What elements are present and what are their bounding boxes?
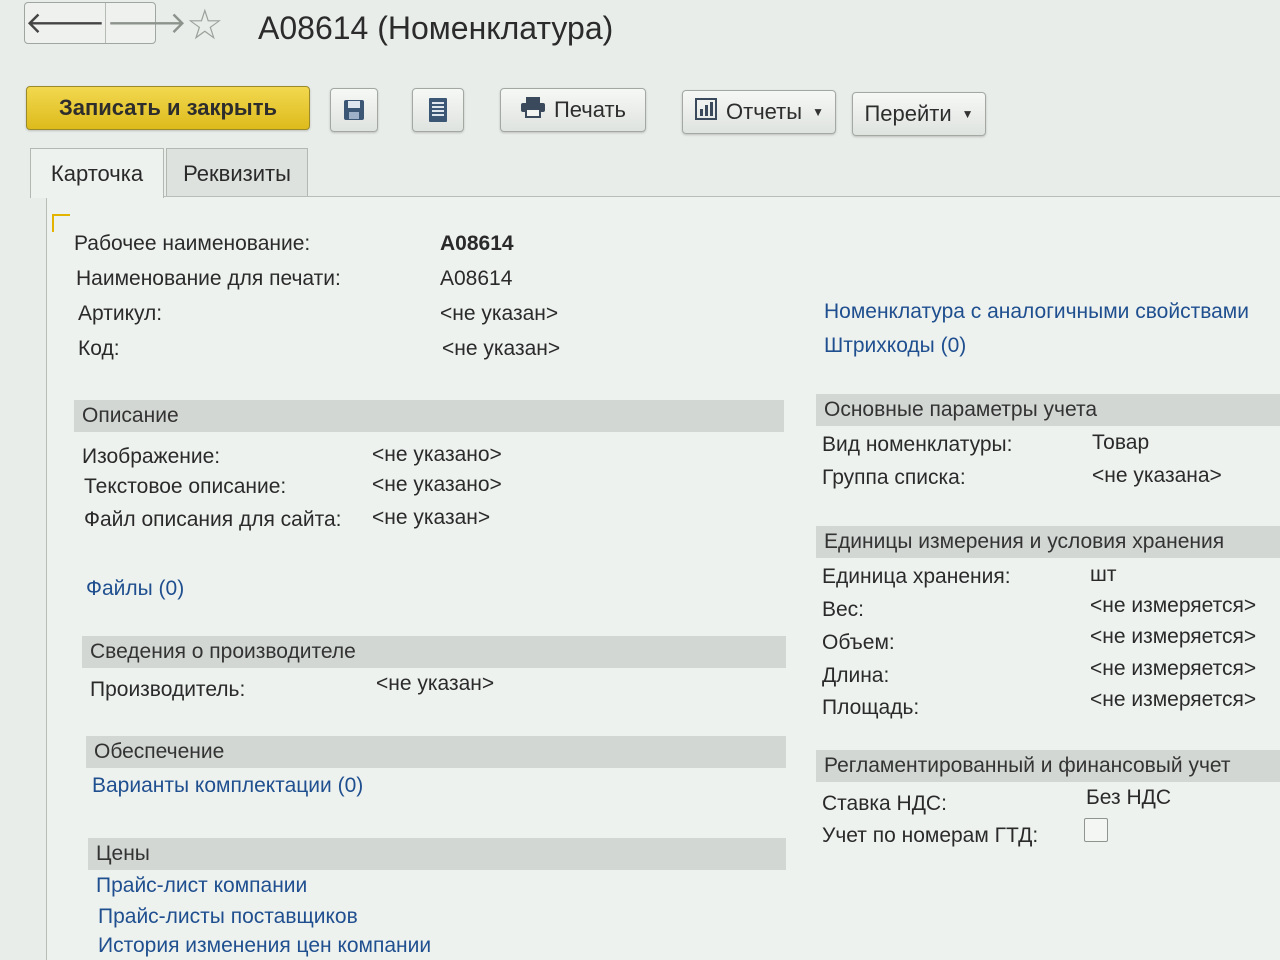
weight-value[interactable]: <не измеряется> (1090, 594, 1256, 618)
description-section-header: Описание (74, 400, 784, 432)
reports-button-label: Отчеты (726, 99, 803, 124)
volume-value[interactable]: <не измеряется> (1090, 625, 1256, 649)
document-lines-icon (429, 98, 447, 122)
code-value[interactable]: <не указан> (442, 337, 560, 361)
forward-arrow-icon[interactable]: 🡒 (105, 3, 187, 43)
window-title: A08614 (Номенклатура) (258, 10, 614, 46)
article-value[interactable]: <не указан> (440, 302, 558, 326)
gtd-accounting-checkbox[interactable] (1084, 818, 1108, 842)
print-button[interactable]: Печать (500, 88, 646, 132)
manufacturer-section-header: Сведения о производителе (82, 636, 786, 668)
floppy-disk-icon (344, 100, 364, 120)
goto-button-label: Перейти (864, 101, 952, 126)
area-value[interactable]: <не измеряется> (1090, 688, 1256, 712)
supplier-price-lists-link[interactable]: Прайс-листы поставщиков (98, 905, 358, 929)
chevron-down-icon: ▼ (961, 107, 974, 121)
history-nav: 🡐 🡒 (24, 2, 187, 44)
site-file-value[interactable]: <не указан> (372, 506, 490, 530)
vat-rate-value[interactable]: Без НДС (1086, 786, 1171, 810)
units-section-header: Единицы измерения и условия хранения (816, 526, 1280, 558)
length-value[interactable]: <не измеряется> (1090, 657, 1256, 681)
list-group-label: Группа списка: (822, 466, 966, 489)
document-list-button[interactable] (412, 88, 464, 132)
kit-variants-link[interactable]: Варианты комплектации (0) (92, 774, 363, 798)
price-history-link[interactable]: История изменения цен компании (98, 934, 431, 958)
barcodes-link[interactable]: Штрихкоды (0) (824, 334, 966, 358)
gtd-accounting-label: Учет по номерам ГТД: (822, 824, 1039, 847)
print-name-label: Наименование для печати: (76, 267, 341, 290)
nomenclature-type-label: Вид номенклатуры: (822, 433, 1013, 456)
manufacturer-label: Производитель: (90, 678, 246, 701)
length-label: Длина: (822, 664, 890, 687)
save-button[interactable] (330, 88, 378, 132)
article-label: Артикул: (78, 302, 163, 325)
tab-card[interactable]: Карточка (30, 148, 164, 198)
code-label: Код: (78, 337, 120, 360)
reports-button[interactable]: Отчеты ▼ (682, 90, 836, 134)
goto-button[interactable]: Перейти ▼ (852, 92, 986, 136)
files-link[interactable]: Файлы (0) (86, 577, 184, 601)
work-name-value[interactable]: A08614 (440, 232, 514, 256)
text-description-label: Текстовое описание: (84, 475, 287, 498)
company-price-list-link[interactable]: Прайс-лист компании (96, 874, 307, 898)
weight-label: Вес: (822, 598, 865, 621)
prices-section-header: Цены (88, 838, 786, 870)
site-file-label: Файл описания для сайта: (84, 508, 342, 531)
focus-corner-marker (52, 214, 70, 232)
work-name-label: Рабочее наименование: (74, 232, 311, 255)
printer-icon (520, 96, 546, 124)
image-label: Изображение: (82, 445, 221, 468)
nomenclature-type-value[interactable]: Товар (1092, 431, 1149, 455)
report-chart-icon (694, 97, 718, 127)
list-group-value[interactable]: <не указана> (1092, 464, 1222, 488)
tab-requisites[interactable]: Реквизиты (166, 148, 308, 198)
manufacturer-value[interactable]: <не указан> (376, 672, 494, 696)
regulated-section-header: Регламентированный и финансовый учет (816, 750, 1280, 782)
back-arrow-icon[interactable]: 🡐 (25, 3, 105, 43)
favorite-star-icon[interactable]: ☆ (186, 4, 224, 46)
supply-section-header: Обеспечение (86, 736, 786, 768)
text-description-value[interactable]: <не указано> (372, 473, 502, 497)
chevron-down-icon: ▼ (812, 105, 824, 119)
area-label: Площадь: (822, 696, 920, 719)
print-name-value[interactable]: A08614 (440, 267, 512, 291)
save-and-close-button[interactable]: Записать и закрыть (26, 86, 310, 130)
print-button-label: Печать (553, 97, 627, 122)
analog-nomenclature-link[interactable]: Номенклатура с аналогичными свойствами (824, 300, 1249, 324)
storage-unit-value[interactable]: шт (1090, 563, 1116, 587)
vat-rate-label: Ставка НДС: (822, 792, 947, 815)
storage-unit-label: Единица хранения: (822, 565, 1011, 588)
image-value[interactable]: <не указано> (372, 443, 502, 467)
accounting-section-header: Основные параметры учета (816, 394, 1280, 426)
volume-label: Объем: (822, 631, 895, 654)
